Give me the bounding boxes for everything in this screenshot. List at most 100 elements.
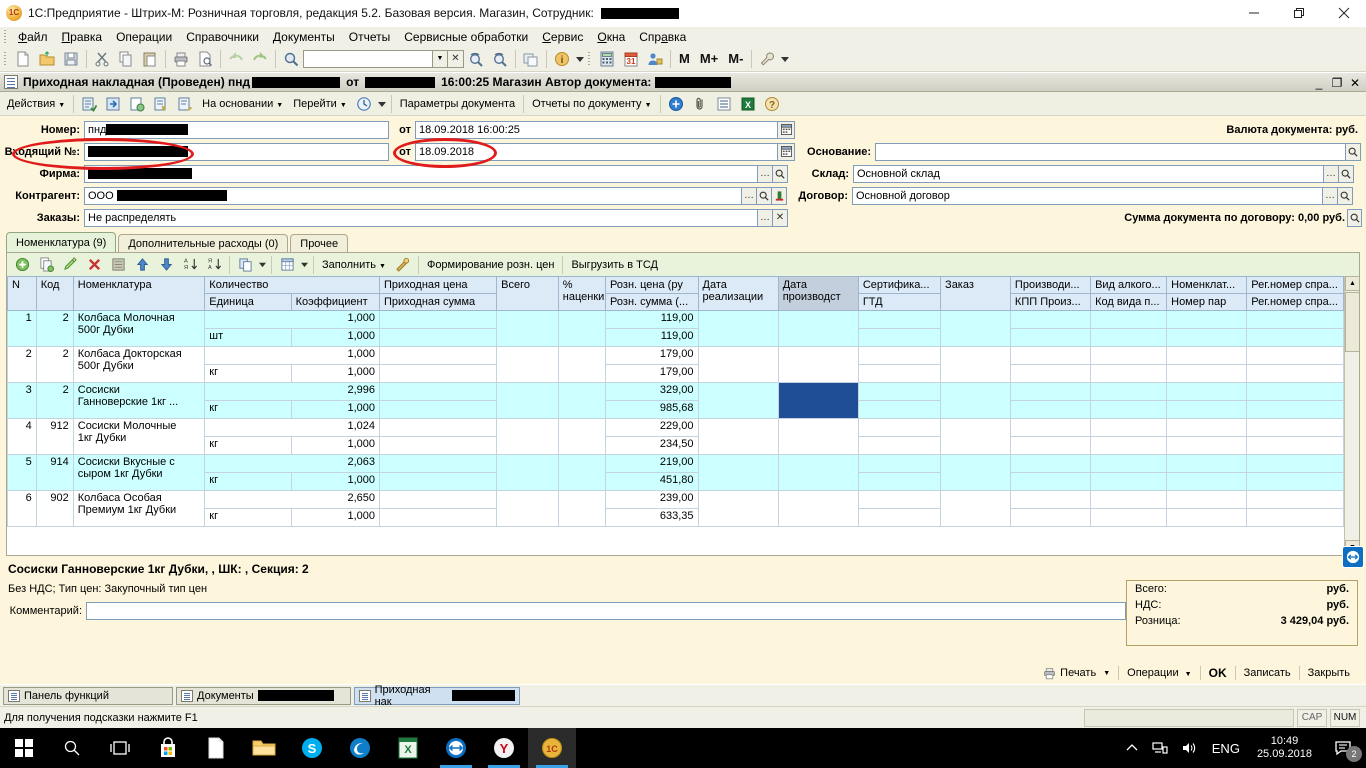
header-code[interactable]: Код [35,276,74,311]
cell-party-number[interactable] [1166,364,1248,383]
chevron-down-icon[interactable]: ▼ [433,49,448,68]
cell-nomenclature2[interactable] [1166,418,1248,437]
incoming-number-input[interactable] [84,142,389,161]
cell-alcohol-type[interactable] [1090,490,1168,509]
goto-button[interactable]: Перейти ▼ [288,96,352,112]
firm-select-icon[interactable] [773,164,788,183]
cell-quantity[interactable]: 2,650 [204,490,380,509]
calendar-icon[interactable]: 31 [620,48,642,70]
header-coefficient[interactable]: Коэффициент [290,293,380,311]
table-row-sub[interactable]: шт 1,000 119,00 [8,328,1344,347]
cell-alcohol-type[interactable] [1090,382,1168,401]
add-row-icon[interactable] [11,254,33,276]
cell-reg-number[interactable] [1246,454,1344,473]
cell-party-number[interactable] [1166,400,1248,419]
cell-alcohol-code[interactable] [1090,328,1168,347]
cell-total[interactable] [496,310,559,347]
clock-dropdown-icon[interactable] [377,93,387,115]
cell-incoming-price[interactable] [378,418,498,437]
header-retail-sum[interactable]: Розн. сумма (... [605,293,699,311]
minimize-button[interactable] [1231,0,1276,26]
cell-retail-sum[interactable]: 985,68 [605,400,699,419]
export-to-tsd-button[interactable]: Выгрузить в ТСД [566,257,663,273]
chevron-up-icon[interactable] [1119,744,1145,752]
maximize-button[interactable] [1276,0,1321,26]
header-retail-price[interactable]: Розн. цена (ру [605,276,699,294]
cell-total[interactable] [496,346,559,383]
header-reg-number2[interactable]: Рег.номер спра... [1246,293,1344,311]
list-icon[interactable] [713,93,735,115]
header-kpp-producer[interactable]: КПП Произ... [1009,293,1092,311]
cell-gtd[interactable] [857,436,942,455]
cell-producer[interactable] [1009,454,1092,473]
microsoft-store-icon[interactable] [144,728,192,768]
cell-n[interactable]: 4 [7,418,37,455]
document-params-button[interactable]: Параметры документа [395,96,520,112]
cell-kpp[interactable] [1009,472,1092,491]
clear-search-icon[interactable]: ✕ [448,49,464,68]
cell-unit[interactable]: кг [204,400,292,419]
document-reports-button[interactable]: Отчеты по документу ▼ [527,96,656,112]
cell-kpp[interactable] [1009,508,1092,527]
cell-producer[interactable] [1009,310,1092,329]
cell-reg-number[interactable] [1246,490,1344,509]
cell-producer[interactable] [1009,418,1092,437]
cell-unit[interactable]: кг [204,472,292,491]
cell-reg-number2[interactable] [1246,328,1344,347]
cell-code[interactable]: 2 [35,310,74,347]
header-markup-percent[interactable]: % наценки [557,276,607,311]
cell-certificate[interactable] [857,346,942,365]
cell-nomenclature2[interactable] [1166,310,1248,329]
cell-nomenclature[interactable]: Сосиски Вкусные с сыром 1кг Дубки [72,454,206,491]
contract-sum-select-icon[interactable] [1347,208,1362,227]
menu-item-file[interactable]: ФФайлайл [11,28,55,46]
cell-reg-number[interactable] [1246,418,1344,437]
close-button[interactable] [1321,0,1366,26]
table-row[interactable]: 1 2 Колбаса Молочная 500г Дубки 1,000 11… [7,310,1344,347]
notification-icon[interactable]: 2 [1322,728,1366,768]
yandex-browser-icon[interactable]: Y [480,728,528,768]
calculator-icon[interactable] [596,48,618,70]
number-input[interactable]: пнд [84,120,389,139]
delete-mark-icon[interactable] [107,254,129,276]
copy-settings-icon[interactable] [234,254,256,276]
cell-order[interactable] [940,490,1011,527]
cell-unit[interactable]: кг [204,436,292,455]
window-list-icon[interactable] [520,48,542,70]
contractor-select-icon[interactable] [757,186,772,205]
cell-alcohol-type[interactable] [1090,310,1168,329]
contract-input[interactable]: Основной договор [852,186,1323,205]
cell-reg-number2[interactable] [1246,436,1344,455]
cell-production-date[interactable] [777,310,859,347]
cell-nomenclature2[interactable] [1166,490,1248,509]
sort-asc-icon[interactable]: АЯ [179,254,201,276]
cell-alcohol-code[interactable] [1090,508,1168,527]
app-task-functions-panel[interactable]: Панель функций [3,686,173,705]
windows-start-icon[interactable] [0,728,48,768]
cell-retail-sum[interactable]: 179,00 [605,364,699,383]
document-minimize-button[interactable]: _ [1310,74,1328,92]
file-explorer-icon[interactable] [240,728,288,768]
skype-icon[interactable]: S [288,728,336,768]
user-settings-icon[interactable] [644,48,666,70]
cell-production-date[interactable] [777,418,859,455]
print-button[interactable]: Печать ▼ [1035,665,1118,682]
cell-coefficient[interactable]: 1,000 [290,508,380,527]
cell-certificate[interactable] [857,418,942,437]
language-indicator[interactable]: ENG [1205,741,1247,756]
cell-kpp[interactable] [1009,436,1092,455]
tab-other[interactable]: Прочее [290,234,349,252]
on-basis-button[interactable]: На основании ▼ [197,96,288,112]
table-row[interactable]: 6 902 Колбаса Особая Премиум 1кг Дубки 2… [7,490,1344,527]
cell-reg-number[interactable] [1246,382,1344,401]
table-row-sub[interactable]: кг 1,000 633,35 [8,508,1344,527]
edit-row-icon[interactable] [59,254,81,276]
table-row[interactable]: 5 914 Сосиски Вкусные с сыром 1кг Дубки … [7,454,1344,491]
cell-markup[interactable] [557,310,607,347]
date-input[interactable]: 18.09.2018 16:00:25 [415,120,778,139]
copy-row-icon[interactable] [35,254,57,276]
cell-alcohol-code[interactable] [1090,472,1168,491]
cell-incoming-price[interactable] [378,310,498,329]
table-row[interactable]: 2 2 Колбаса Докторская 500г Дубки 1,000 … [7,346,1344,383]
move-down-icon[interactable] [155,254,177,276]
